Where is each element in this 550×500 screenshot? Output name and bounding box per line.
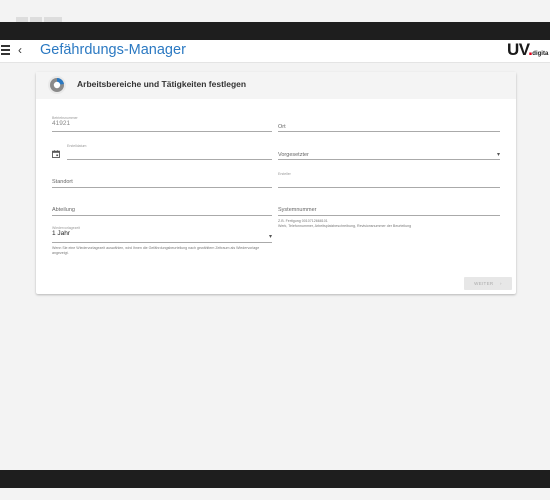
vorgesetzter-select[interactable]: Vorgesetzter ▾	[278, 144, 500, 160]
dropdown-caret-icon: ▾	[496, 152, 500, 158]
wiedervorlagezeit-value: 1 Jahr	[52, 230, 71, 237]
vorgesetzter-placeholder: Vorgesetzter	[278, 152, 309, 158]
betriebsnummer-field[interactable]: Betriebsnummer 41921	[52, 116, 272, 132]
browser-top-strip	[0, 0, 550, 22]
field-underline	[52, 131, 272, 132]
uv-digital-logo: UV.digita	[507, 41, 548, 63]
systemnummer-hint: Z.B. Fertigung 0010712668101 Werk, Telefo…	[278, 219, 412, 228]
systemnummer-placeholder: Systemnummer	[278, 207, 317, 213]
logo-main: UV	[507, 40, 529, 59]
ort-placeholder: Ort	[278, 124, 286, 130]
weiter-button[interactable]: WEITER ›	[464, 277, 512, 290]
ersteller-label: Ersteller	[278, 172, 291, 176]
pie-chart-icon	[48, 76, 66, 94]
field-underline	[52, 187, 272, 188]
systemnummer-field[interactable]: Systemnummer	[278, 200, 500, 216]
field-underline	[52, 215, 272, 216]
app-bar: ‹ Gefährdungs-Manager UV.digita	[0, 40, 550, 63]
field-underline	[52, 242, 272, 243]
ort-field[interactable]: Ort	[278, 116, 500, 132]
chevron-right-icon: ›	[500, 281, 502, 286]
logo-sub: digita	[532, 51, 549, 57]
abteilung-field[interactable]: Abteilung	[52, 200, 272, 216]
back-icon[interactable]: ‹	[18, 43, 22, 57]
field-underline	[278, 159, 500, 160]
ersteller-field[interactable]: Ersteller	[278, 172, 500, 188]
field-underline	[278, 215, 500, 216]
menu-icon[interactable]	[1, 45, 10, 56]
wiedervorlagezeit-select[interactable]: Wiedervorlagezeit 1 Jahr ▾	[52, 226, 272, 243]
app-title: Gefährdungs-Manager	[40, 42, 186, 58]
card-title: Arbeitsbereiche und Tätigkeiten festlege…	[77, 79, 247, 89]
bottom-black-bar	[0, 470, 550, 488]
standort-field[interactable]: Standort	[52, 172, 272, 188]
betriebsnummer-value: 41921	[52, 120, 71, 127]
wiedervorlagezeit-hint: Wenn Sie eine Wiedervorlagezeit auswähle…	[52, 246, 260, 255]
top-black-bar	[0, 22, 550, 40]
erstelldatum-label: Erstelldatum	[67, 144, 87, 148]
form-card: Arbeitsbereiche und Tätigkeiten festlege…	[36, 72, 516, 294]
standort-placeholder: Standort	[52, 179, 73, 185]
bottom-strip	[0, 488, 550, 500]
erstelldatum-field[interactable]: Erstelldatum	[67, 144, 272, 160]
abteilung-placeholder: Abteilung	[52, 207, 75, 213]
calendar-icon[interactable]	[52, 150, 60, 158]
field-underline	[67, 159, 272, 160]
weiter-label: WEITER	[474, 281, 494, 286]
card-header: Arbeitsbereiche und Tätigkeiten festlege…	[36, 72, 516, 99]
field-underline	[278, 131, 500, 132]
dropdown-caret-icon: ▾	[268, 234, 272, 240]
field-underline	[278, 187, 500, 188]
